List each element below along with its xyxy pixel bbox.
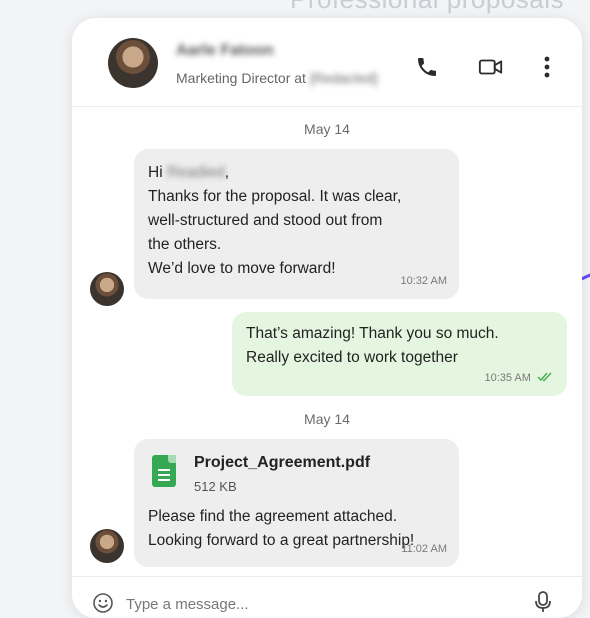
- date-separator: May 14: [304, 411, 350, 427]
- emoji-icon[interactable]: [92, 592, 114, 614]
- sender-avatar: [90, 529, 124, 563]
- contact-name: Aarle Fatoon: [176, 42, 274, 59]
- message-list[interactable]: May 14 Hi Readied, Thanks for the propos…: [72, 107, 582, 577]
- message-text: well-structured and stood out from: [148, 212, 383, 229]
- chat-header: Aarle Fatoon Marketing Director at [Reda…: [72, 18, 582, 107]
- incoming-message[interactable]: Hi Readied, Thanks for the proposal. It …: [134, 149, 459, 299]
- microphone-icon[interactable]: [534, 590, 552, 614]
- redacted-name: Readied: [166, 164, 225, 181]
- message-text: Please find the agreement attached.: [148, 508, 398, 525]
- contact-role-company: [Redacted]: [309, 70, 378, 86]
- message-text: We’d love to move forward!: [148, 260, 336, 277]
- contact-avatar[interactable]: [108, 38, 158, 88]
- attachment-size: 512 KB: [194, 479, 237, 494]
- attachment-name[interactable]: Project_Agreement.pdf: [194, 451, 370, 475]
- message-composer: [72, 576, 582, 618]
- message-timestamp: 11:02 AM: [401, 543, 447, 555]
- incoming-file-message[interactable]: Project_Agreement.pdf 512 KB Please find…: [134, 439, 459, 567]
- google-sheets-file-icon[interactable]: [152, 455, 176, 487]
- background-heading: Professional proposals: [290, 0, 564, 15]
- more-vertical-icon[interactable]: [534, 54, 560, 80]
- outgoing-message[interactable]: That’s amazing! Thank you so much. Reall…: [232, 312, 567, 396]
- contact-role-title: Marketing Director at: [176, 70, 306, 86]
- sender-avatar: [90, 272, 124, 306]
- message-text: That’s amazing! Thank you so much.: [246, 325, 499, 342]
- date-separator: May 14: [304, 121, 350, 137]
- phone-icon[interactable]: [414, 54, 440, 80]
- video-call-icon[interactable]: [478, 54, 504, 80]
- message-input[interactable]: [124, 591, 508, 617]
- chat-window: Aarle Fatoon Marketing Director at [Reda…: [72, 18, 582, 618]
- message-greeting: Hi Readied,: [148, 164, 230, 181]
- message-timestamp: 10:35 AM: [484, 372, 531, 384]
- message-text: Really excited to work together: [246, 349, 458, 366]
- message-text: Thanks for the proposal. It was clear,: [148, 188, 402, 205]
- contact-role: Marketing Director at [Redacted]: [176, 70, 378, 86]
- message-timestamp-row: 10:35 AM: [484, 366, 553, 390]
- message-text: Looking forward to a great partnership!: [148, 532, 415, 549]
- message-text: the others.: [148, 236, 222, 253]
- message-timestamp: 10:32 AM: [400, 275, 447, 287]
- double-check-icon: [537, 372, 552, 382]
